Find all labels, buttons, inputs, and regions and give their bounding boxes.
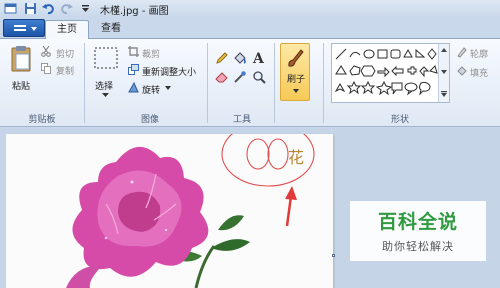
outline-button[interactable]: 轮廓 xyxy=(470,47,488,60)
crop-icon[interactable] xyxy=(128,46,139,57)
eraser-icon[interactable] xyxy=(215,70,229,84)
resize-icon[interactable] xyxy=(128,64,139,75)
tools-group-label: 工具 xyxy=(232,115,251,125)
redo-icon[interactable] xyxy=(60,2,73,15)
separator xyxy=(274,43,275,123)
watermark-logo: 百科全说 助你轻松解决 xyxy=(350,201,486,261)
shapes-grid-icon xyxy=(334,48,438,96)
separator xyxy=(323,43,324,123)
window-title: 木槿.jpg - 画图 xyxy=(100,6,169,17)
rotate-caret-icon[interactable] xyxy=(165,86,171,90)
text-tool-icon[interactable]: A xyxy=(252,50,266,65)
pencil-icon[interactable] xyxy=(215,51,229,65)
paste-icon[interactable] xyxy=(10,45,32,73)
canvas-resize-handle[interactable] xyxy=(332,254,335,257)
brushes-label: 刷子 xyxy=(287,75,306,85)
rotate-button[interactable]: 旋转 xyxy=(142,83,160,96)
separator xyxy=(207,43,208,123)
red-arrow xyxy=(285,186,297,227)
shapes-group-label: 形状 xyxy=(390,115,409,125)
brushes-caret-icon xyxy=(293,89,299,93)
tab-home[interactable]: 主页 xyxy=(45,20,89,39)
brushes-button[interactable]: 刷子 xyxy=(280,43,310,101)
undo-icon[interactable] xyxy=(42,2,55,15)
copy-button[interactable]: 复制 xyxy=(56,64,74,77)
shapes-scrollbar[interactable] xyxy=(438,44,449,102)
select-icon[interactable] xyxy=(94,47,118,69)
outline-icon[interactable] xyxy=(456,46,468,58)
paint-menu-button[interactable] xyxy=(3,19,45,37)
crop-button[interactable]: 裁剪 xyxy=(142,47,160,60)
ribbon-home: 粘贴 剪切 复制 剪贴板 选择 裁剪 重新调整大小 旋转 图像 A 工具 刷子 … xyxy=(0,39,500,127)
customize-caret-icon[interactable] xyxy=(79,2,92,15)
rotate-icon[interactable] xyxy=(128,82,139,93)
clipboard-group-label: 剪贴板 xyxy=(28,115,56,125)
canvas-image xyxy=(66,134,315,288)
shapes-gallery[interactable] xyxy=(331,43,450,103)
fill-button[interactable]: 填充 xyxy=(470,66,488,79)
drawing-canvas[interactable]: 花 xyxy=(6,134,333,288)
brush-icon xyxy=(288,49,304,67)
resize-button[interactable]: 重新调整大小 xyxy=(142,65,196,78)
scroll-down-icon[interactable] xyxy=(441,70,447,74)
magnifier-icon[interactable] xyxy=(252,70,266,84)
paint-app-icon[interactable] xyxy=(4,2,17,15)
copy-icon[interactable] xyxy=(41,63,51,74)
select-caret-icon[interactable] xyxy=(102,93,109,97)
fill-bucket-icon[interactable] xyxy=(233,51,247,65)
save-icon[interactable] xyxy=(24,2,37,15)
scroll-up-icon[interactable] xyxy=(441,48,447,52)
cut-icon[interactable] xyxy=(41,46,51,57)
select-button[interactable]: 选择 xyxy=(95,79,113,92)
watermark-title: 百科全说 xyxy=(377,211,458,233)
color-picker-icon[interactable] xyxy=(233,70,247,84)
annotation-text: 花 xyxy=(288,148,305,167)
watermark-subtitle: 助你轻松解决 xyxy=(382,240,454,253)
svg-text:A: A xyxy=(252,51,265,65)
separator xyxy=(84,43,85,123)
hibiscus-flower xyxy=(66,146,209,288)
title-bar: 木槿.jpg - 画图 xyxy=(0,0,500,17)
paste-button[interactable]: 粘贴 xyxy=(12,79,30,92)
gallery-expand-icon[interactable] xyxy=(441,91,447,97)
ribbon-tab-row: 主页 查看 xyxy=(0,17,500,39)
fill-icon[interactable] xyxy=(456,65,468,77)
image-group-label: 图像 xyxy=(140,115,159,125)
cut-button[interactable]: 剪切 xyxy=(56,47,74,60)
tab-view[interactable]: 查看 xyxy=(92,20,130,39)
